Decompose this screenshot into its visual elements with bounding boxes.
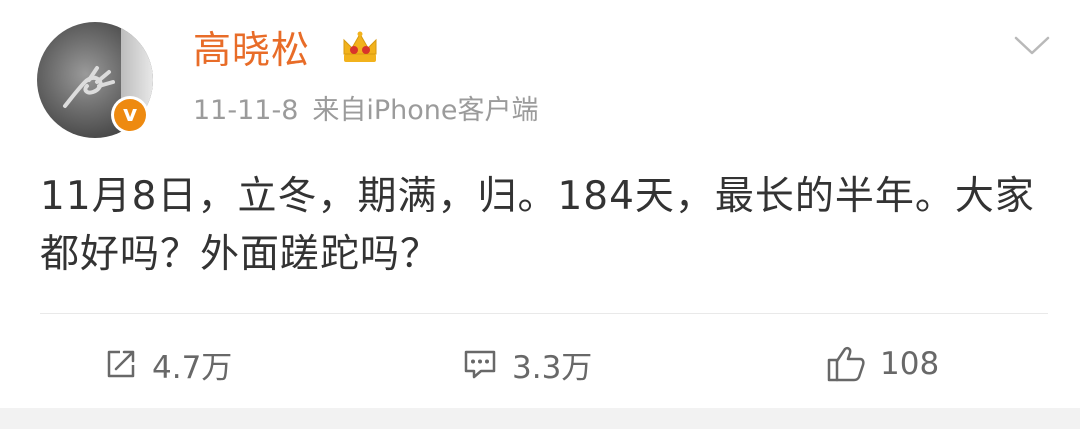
like-count: 108 — [880, 346, 940, 382]
avatar-hand-gesture — [63, 66, 115, 108]
repost-button[interactable]: 4.7万 — [104, 342, 232, 386]
comment-icon — [464, 350, 496, 379]
crown-icon — [343, 31, 377, 62]
comment-button[interactable]: 3.3万 — [462, 342, 592, 386]
verified-badge: v — [111, 96, 149, 134]
comment-count: 3.3万 — [512, 349, 593, 386]
verified-v-icon: v — [114, 99, 146, 131]
post-meta: 11-11-8 来自iPhone客户端 — [193, 93, 539, 129]
repost-icon — [107, 350, 135, 378]
author-name[interactable]: 高晓松 — [193, 26, 310, 74]
weibo-post-card: v 高晓松 11-11-8 来自iPhone客户端 11月8日，立冬，期满，归。1… — [0, 0, 1080, 408]
post-date: 11-11-8 — [193, 95, 299, 126]
action-divider — [40, 313, 1048, 314]
chevron-down-icon[interactable] — [1012, 34, 1052, 58]
post-text: 11月8日，立冬，期满，归。184天，最长的半年。大家都好吗？外面蹉跎吗？ — [40, 174, 1035, 277]
thumbs-up-icon — [827, 346, 865, 382]
feed-separator — [0, 408, 1080, 429]
repost-count: 4.7万 — [152, 349, 233, 386]
post-source: 来自iPhone客户端 — [312, 95, 539, 126]
like-button[interactable]: 108 — [826, 342, 939, 386]
